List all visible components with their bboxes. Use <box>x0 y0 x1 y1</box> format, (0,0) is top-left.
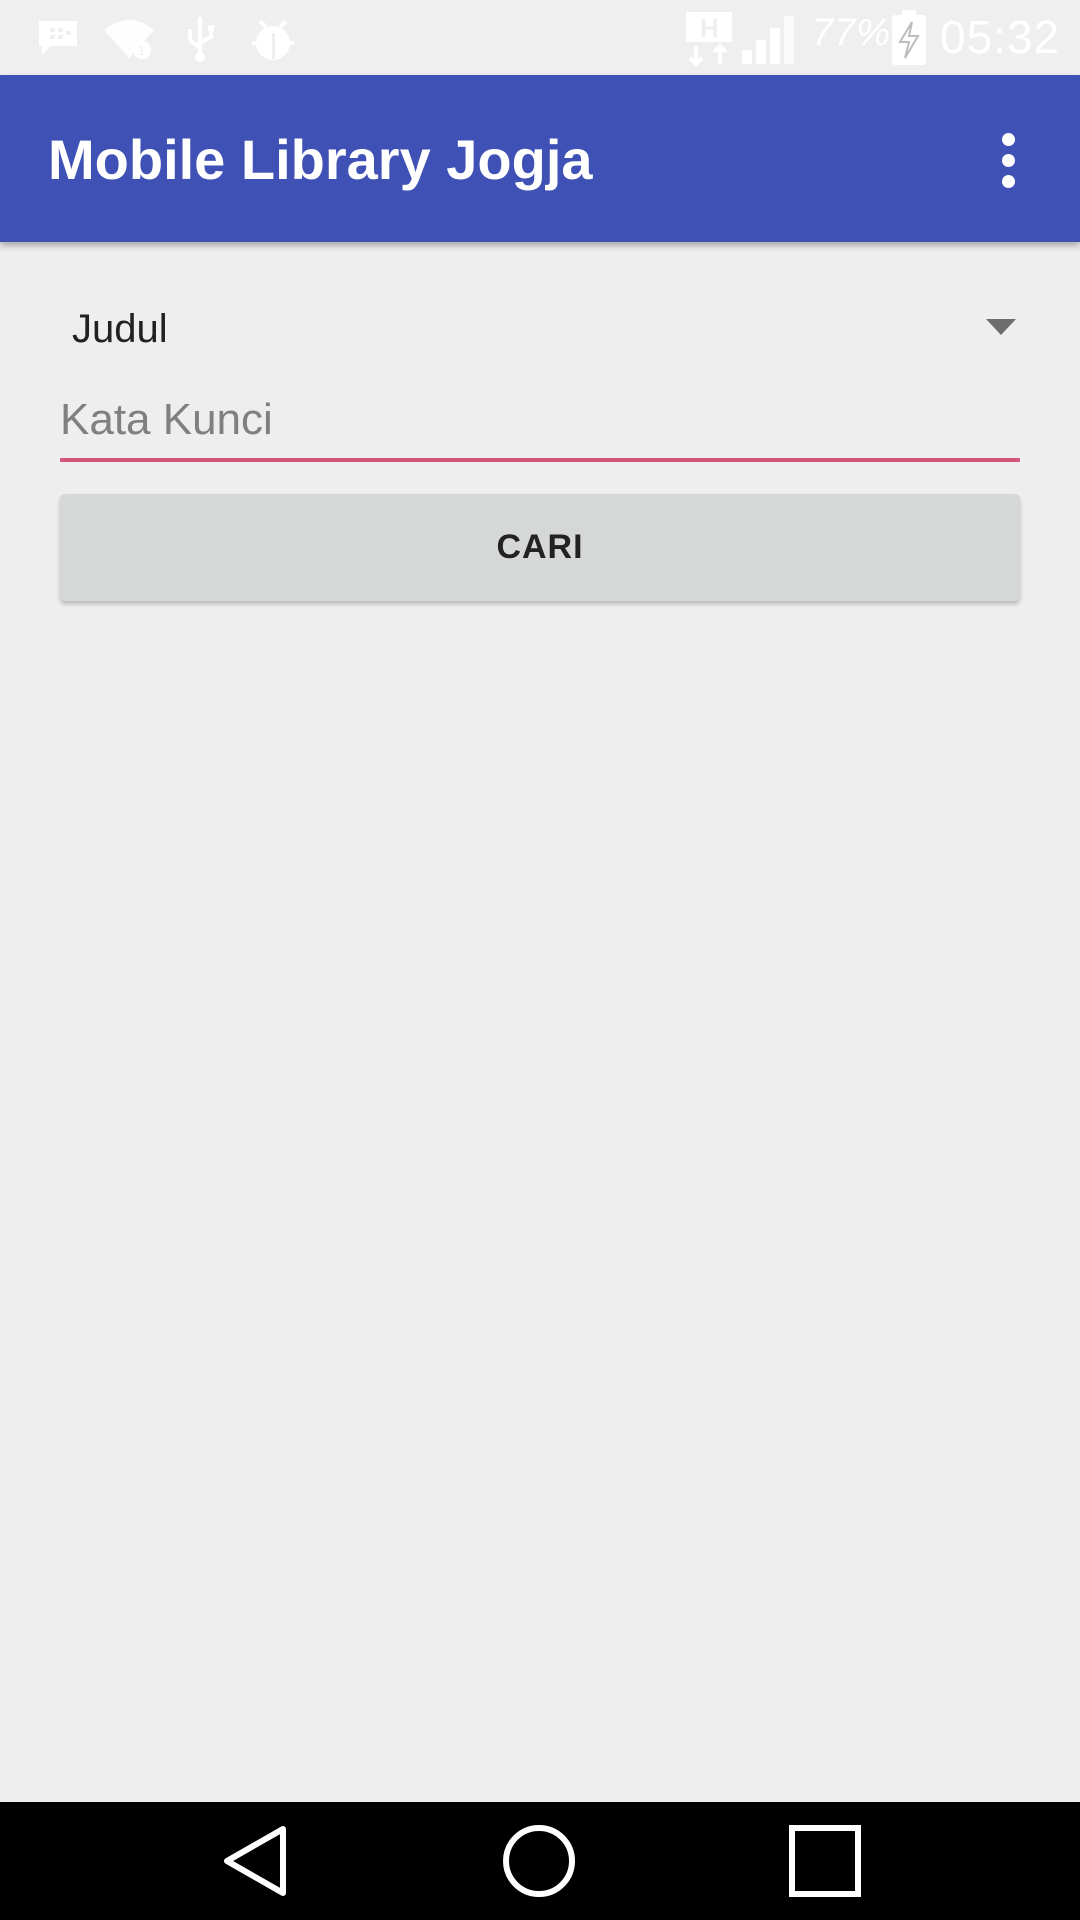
dropdown-arrow-icon <box>986 319 1016 335</box>
keyword-input[interactable] <box>60 375 1020 465</box>
h-data-icon: H <box>686 0 732 75</box>
category-spinner[interactable]: Judul <box>60 295 1026 361</box>
navigation-bar <box>0 1802 1080 1920</box>
app-title: Mobile Library Jogja <box>48 128 593 191</box>
svg-text:1: 1 <box>138 43 145 58</box>
status-bar: 1 H 77% 05:32 <box>0 0 1080 75</box>
svg-text:H: H <box>700 13 719 43</box>
battery-charging-icon <box>890 0 928 75</box>
more-vert-icon[interactable] <box>980 125 1036 195</box>
bbm-message-icon <box>36 0 80 75</box>
clock: 05:32 <box>940 11 1061 63</box>
keyword-input-underline <box>60 458 1020 462</box>
usb-icon <box>184 0 216 75</box>
category-selected-value: Judul <box>72 307 168 351</box>
signal-icon <box>740 0 802 75</box>
recents-icon[interactable] <box>780 1802 870 1920</box>
wifi-icon: 1 <box>102 0 156 75</box>
android-debug-icon <box>248 0 298 75</box>
back-icon[interactable] <box>210 1802 300 1920</box>
battery-percent: 77% <box>812 12 892 54</box>
home-icon[interactable] <box>494 1802 584 1920</box>
app-bar: Mobile Library Jogja <box>0 75 1080 242</box>
search-button[interactable]: CARI <box>60 494 1020 601</box>
